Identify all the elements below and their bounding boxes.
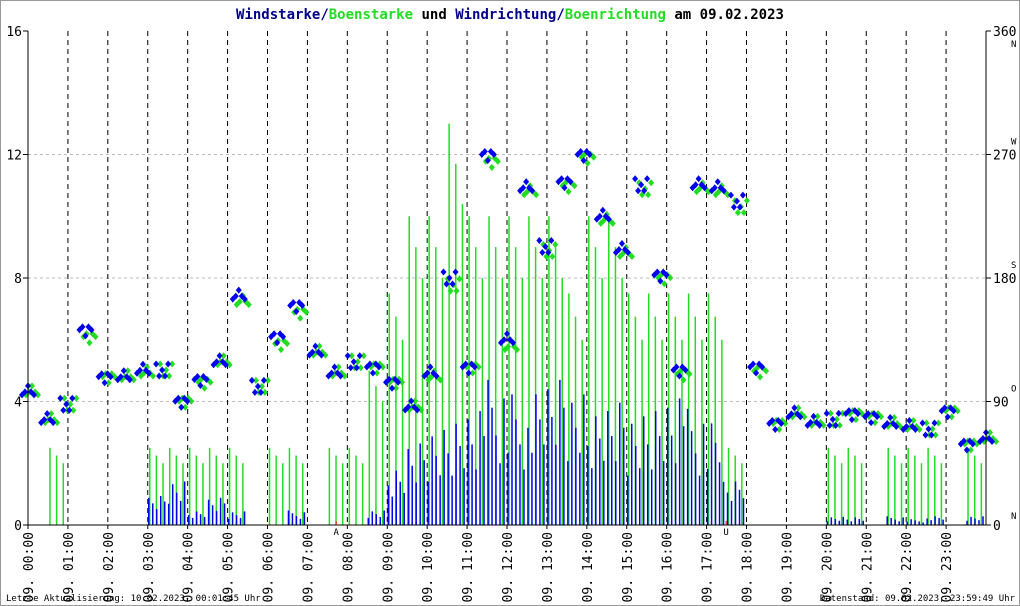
title-part: Windstarke <box>236 7 320 23</box>
x-tick-label: 09. 02:00 <box>102 532 117 602</box>
compass-label: N <box>1011 40 1016 50</box>
left-tick-label: 4 <box>14 396 22 411</box>
x-tick-label: 09. 07:00 <box>301 532 316 602</box>
x-tick-label: 09. 15:00 <box>621 532 636 602</box>
data-timestamp: Datenstand: 09.02.2023, 23:59:49 Uhr <box>820 594 1016 604</box>
x-tick-label: 09. 08:00 <box>341 532 356 602</box>
compass-label: N <box>1011 512 1016 522</box>
sun-marker-label: A <box>333 528 339 538</box>
x-tick-label: 09. 05:00 <box>222 532 237 602</box>
title-part: und <box>413 7 455 23</box>
right-tick-label: 270 <box>993 149 1016 164</box>
sun-marker-label: U <box>723 528 728 538</box>
x-tick-label: 09. 20:00 <box>820 532 835 602</box>
compass-label: O <box>1011 385 1016 395</box>
wind-chart: Windstarke/Boenstarke und Windrichtung/B… <box>0 0 1020 606</box>
x-tick-label: 09. 12:00 <box>501 532 516 602</box>
title-part: / <box>556 7 564 23</box>
x-tick-label: 09. 16:00 <box>661 532 676 602</box>
title-part: Boenrichtung <box>565 7 666 23</box>
x-tick-label: 09. 13:00 <box>541 532 556 602</box>
x-tick-label: 09. 19:00 <box>780 532 795 602</box>
x-tick-label: 09. 17:00 <box>701 532 716 602</box>
title-part: Boenstarke <box>329 7 413 23</box>
compass-label: S <box>1011 261 1016 271</box>
right-tick-label: 90 <box>993 396 1009 411</box>
right-tick-label: 0 <box>993 519 1001 534</box>
left-tick-label: 12 <box>6 149 22 164</box>
title-part: / <box>320 7 328 23</box>
last-update: Letzte Aktualisierung: 10.02.2023, 00:01… <box>6 594 261 604</box>
x-tick-label: 09. 01:00 <box>62 532 77 602</box>
x-tick-label: 09. 18:00 <box>741 532 756 602</box>
x-tick-label: 09. 22:00 <box>900 532 915 602</box>
x-tick-label: 09. 09:00 <box>381 532 396 602</box>
x-tick-label: 09. 04:00 <box>182 532 197 602</box>
x-tick-label: 09. 00:00 <box>22 532 37 602</box>
title-part: Windrichtung <box>455 7 556 23</box>
x-tick-label: 09. 23:00 <box>940 532 955 602</box>
title-part: am 09.02.2023 <box>666 7 784 23</box>
left-tick-label: 16 <box>6 25 22 40</box>
x-tick-label: 09. 14:00 <box>581 532 596 602</box>
right-tick-label: 180 <box>993 272 1016 287</box>
chart-title: Windstarke/Boenstarke und Windrichtung/B… <box>236 7 784 23</box>
compass-label: W <box>1011 138 1017 148</box>
x-tick-label: 09. 06:00 <box>262 532 277 602</box>
left-tick-label: 8 <box>14 272 22 287</box>
x-tick-label: 09. 03:00 <box>142 532 157 602</box>
right-tick-label: 360 <box>993 25 1016 40</box>
x-tick-label: 09. 21:00 <box>860 532 875 602</box>
x-tick-label: 09. 10:00 <box>421 532 436 602</box>
x-tick-label: 09. 11:00 <box>461 532 476 602</box>
left-tick-label: 0 <box>14 519 22 534</box>
